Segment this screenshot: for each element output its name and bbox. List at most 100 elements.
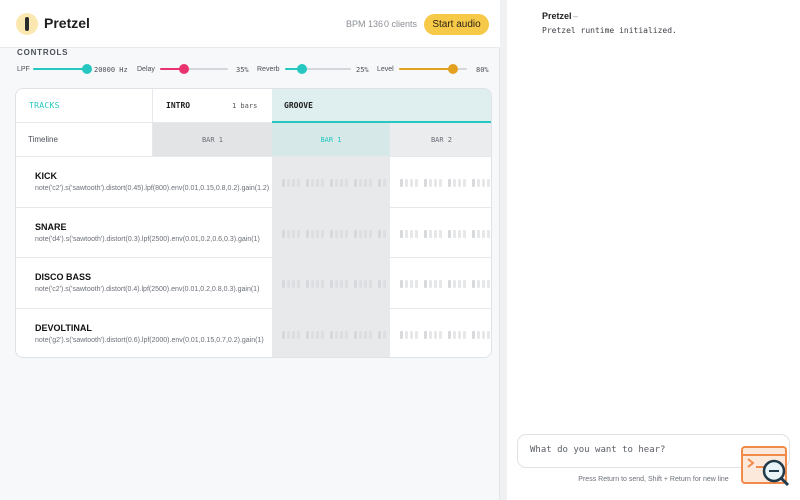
lpf-slider[interactable]: [33, 64, 92, 74]
step-cell[interactable]: [453, 280, 456, 288]
step-cell[interactable]: [306, 280, 309, 288]
step-cell[interactable]: [321, 330, 324, 339]
level-slider[interactable]: [399, 64, 467, 74]
pattern-lane[interactable]: [390, 207, 491, 258]
step-cell[interactable]: [405, 330, 408, 339]
step-cell[interactable]: [439, 229, 442, 238]
step-cell[interactable]: [378, 280, 381, 288]
step-cell[interactable]: [448, 229, 451, 238]
step-cell[interactable]: [383, 330, 386, 339]
step-cell[interactable]: [458, 330, 461, 339]
step-cell[interactable]: [429, 330, 432, 339]
step-cell[interactable]: [410, 229, 413, 238]
step-cell[interactable]: [429, 280, 432, 288]
start-audio-button[interactable]: Start audio: [424, 14, 489, 35]
step-cell[interactable]: [448, 179, 451, 187]
step-cell[interactable]: [463, 330, 466, 339]
step-cell[interactable]: [439, 330, 442, 339]
step-cell[interactable]: [487, 280, 490, 288]
step-cell[interactable]: [487, 330, 490, 339]
step-cell[interactable]: [415, 179, 418, 187]
step-cell[interactable]: [330, 330, 333, 339]
pattern-lane[interactable]: [272, 258, 390, 309]
pattern-lane[interactable]: [390, 157, 491, 208]
step-cell[interactable]: [369, 229, 372, 238]
step-cell[interactable]: [463, 179, 466, 187]
step-cell[interactable]: [340, 330, 343, 339]
step-cell[interactable]: [297, 229, 300, 238]
step-cell[interactable]: [400, 330, 403, 339]
step-cell[interactable]: [335, 179, 338, 187]
step-cell[interactable]: [482, 280, 485, 288]
step-cell[interactable]: [354, 179, 357, 187]
step-cell[interactable]: [487, 229, 490, 238]
step-cell[interactable]: [434, 330, 437, 339]
step-cell[interactable]: [383, 229, 386, 238]
step-cell[interactable]: [321, 229, 324, 238]
track-row[interactable]: DISCO BASS note('c2').s('sawtooth').disto…: [16, 258, 259, 309]
step-cell[interactable]: [292, 280, 295, 288]
step-cell[interactable]: [364, 179, 367, 187]
step-cell[interactable]: [472, 179, 475, 187]
step-cell[interactable]: [321, 280, 324, 288]
step-cell[interactable]: [410, 280, 413, 288]
step-cell[interactable]: [340, 179, 343, 187]
step-cell[interactable]: [335, 229, 338, 238]
step-cell[interactable]: [354, 330, 357, 339]
step-cell[interactable]: [448, 280, 451, 288]
step-cell[interactable]: [429, 229, 432, 238]
reverb-slider-thumb[interactable]: [296, 64, 307, 74]
step-cell[interactable]: [364, 330, 367, 339]
step-cell[interactable]: [477, 280, 480, 288]
step-cell[interactable]: [282, 229, 285, 238]
step-cell[interactable]: [424, 330, 427, 339]
step-cell[interactable]: [405, 179, 408, 187]
pattern-lane[interactable]: [153, 207, 272, 258]
step-cell[interactable]: [359, 280, 362, 288]
pattern-lane[interactable]: [390, 308, 491, 357]
pattern-lane[interactable]: [153, 157, 272, 208]
step-cell[interactable]: [321, 179, 324, 187]
step-cell[interactable]: [429, 179, 432, 187]
step-cell[interactable]: [311, 179, 314, 187]
step-cell[interactable]: [482, 330, 485, 339]
step-cell[interactable]: [311, 229, 314, 238]
step-cell[interactable]: [340, 229, 343, 238]
pattern-lane[interactable]: [390, 258, 491, 309]
step-cell[interactable]: [434, 179, 437, 187]
step-cell[interactable]: [316, 229, 319, 238]
step-cell[interactable]: [405, 280, 408, 288]
step-cell[interactable]: [297, 330, 300, 339]
step-cell[interactable]: [364, 229, 367, 238]
step-cell[interactable]: [359, 229, 362, 238]
pattern-lane[interactable]: [153, 258, 272, 309]
step-cell[interactable]: [369, 179, 372, 187]
section-tab-intro[interactable]: INTRO 1 bars: [153, 89, 272, 123]
step-cell[interactable]: [439, 280, 442, 288]
pattern-lane[interactable]: [272, 157, 390, 208]
track-row[interactable]: DEVOLTINAL note('g2').s('sawtooth').disto…: [16, 309, 264, 358]
step-cell[interactable]: [378, 179, 381, 187]
step-cell[interactable]: [477, 179, 480, 187]
step-cell[interactable]: [424, 280, 427, 288]
pattern-lane[interactable]: [272, 207, 390, 258]
step-cell[interactable]: [340, 280, 343, 288]
track-row[interactable]: KICK note('c2').s('sawtooth').distort(0.4…: [16, 157, 269, 208]
step-cell[interactable]: [472, 280, 475, 288]
step-cell[interactable]: [400, 229, 403, 238]
step-cell[interactable]: [335, 280, 338, 288]
step-cell[interactable]: [463, 280, 466, 288]
step-cell[interactable]: [306, 330, 309, 339]
step-cell[interactable]: [448, 330, 451, 339]
step-cell[interactable]: [410, 179, 413, 187]
step-cell[interactable]: [424, 179, 427, 187]
pattern-lane[interactable]: [153, 308, 272, 357]
step-cell[interactable]: [482, 229, 485, 238]
step-cell[interactable]: [292, 229, 295, 238]
step-cell[interactable]: [330, 280, 333, 288]
step-cell[interactable]: [369, 280, 372, 288]
reverb-slider[interactable]: [285, 64, 351, 74]
step-cell[interactable]: [359, 330, 362, 339]
step-cell[interactable]: [345, 280, 348, 288]
step-cell[interactable]: [400, 179, 403, 187]
